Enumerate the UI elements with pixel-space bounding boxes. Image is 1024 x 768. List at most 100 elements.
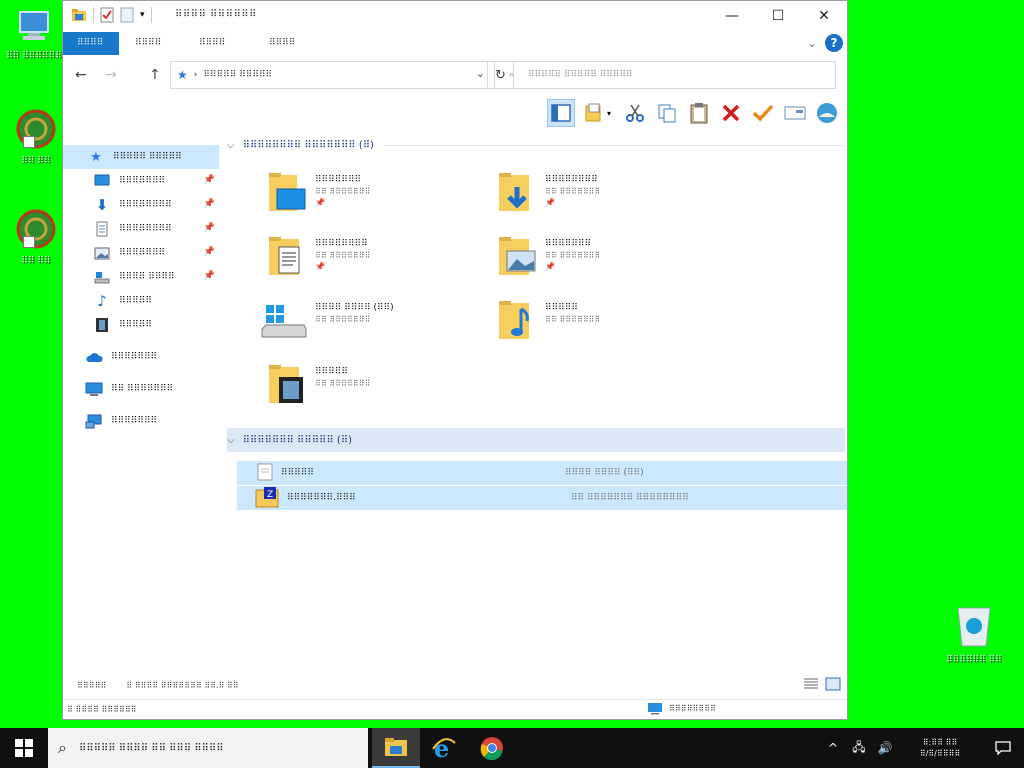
sidebar-item-this-pc[interactable]: ⠿⠿ ⠿⠿⠿⠿⠿⠿⠿ — [63, 377, 219, 401]
pin-icon[interactable]: 📌 — [204, 199, 215, 209]
checkmark-icon — [752, 104, 774, 122]
pin-icon: 📌 — [545, 262, 555, 271]
folder-tile-pictures[interactable]: ⠿⠿⠿⠿⠿⠿⠿ ⠿⠿ ⠿⠿⠿⠿⠿⠿⠿ 📌 — [491, 231, 721, 285]
bottom-location-label: ⠿⠿⠿⠿⠿⠿⠿⠿ — [669, 704, 716, 713]
address-dropdown-icon[interactable]: ⌄ — [476, 67, 485, 80]
chevron-down-icon[interactable]: ⌵ — [227, 140, 235, 151]
sidebar-item-videos[interactable]: ⠿⠿⠿⠿⠿ — [63, 313, 219, 337]
expand-ribbon-icon[interactable]: ⌄ — [807, 36, 817, 50]
sidebar-item-onedrive[interactable]: ⠿⠿⠿⠿⠿⠿⠿ — [63, 345, 219, 369]
sidebar-item-label: ⠿⠿⠿⠿⠿⠿⠿⠿ — [119, 200, 172, 210]
taskbar-app-file-explorer[interactable] — [372, 728, 420, 768]
sidebar-item-label: ⠿⠿⠿⠿ ⠿⠿⠿⠿ — [119, 272, 175, 282]
folder-tile-downloads[interactable]: ⠿⠿⠿⠿⠿⠿⠿⠿ ⠿⠿ ⠿⠿⠿⠿⠿⠿⠿ 📌 — [491, 167, 721, 221]
show-hidden-icons-chevron[interactable]: ^ — [820, 741, 846, 755]
rename-button[interactable] — [749, 99, 777, 127]
cut-button[interactable] — [621, 99, 649, 127]
desktop-icon-shortcut-1[interactable]: ⠿⠿ ⠿⠿ — [4, 104, 68, 167]
paste-button[interactable] — [685, 99, 713, 127]
sidebar-item-network[interactable]: ⠿⠿⠿⠿⠿⠿⠿ — [63, 409, 219, 433]
tab-home[interactable]: ⠿⠿⠿⠿ — [121, 32, 175, 55]
sidebar-item-documents[interactable]: ⠿⠿⠿⠿⠿⠿⠿⠿ 📌 — [63, 217, 219, 241]
new-folder-icon[interactable] — [120, 7, 134, 23]
search-box[interactable]: ⌕ ⠿⠿⠿⠿⠿ ⠿⠿⠿⠿⠿ ⠿⠿⠿⠿⠿ — [494, 61, 836, 89]
properties-icon[interactable] — [100, 7, 114, 23]
desktop-icon-recycle-bin[interactable]: ⠿⠿⠿⠿⠿⠿ ⠿⠿ — [938, 602, 1010, 666]
properties-button[interactable] — [781, 99, 809, 127]
recent-file-row[interactable]: ⠿⠿⠿⠿⠿ ⠿⠿⠿⠿ ⠿⠿⠿⠿ (⠿⠿) — [237, 461, 847, 485]
chevron-down-icon[interactable]: ⌵ — [227, 435, 235, 446]
tab-share[interactable]: ⠿⠿⠿⠿ — [185, 32, 239, 55]
folder-name: ⠿⠿⠿⠿⠿⠿⠿ — [545, 239, 592, 249]
shell-globe-button[interactable] — [813, 99, 841, 127]
details-view-icon[interactable] — [803, 677, 819, 691]
folder-tile-desktop[interactable]: ⠿⠿⠿⠿⠿⠿⠿ ⠿⠿ ⠿⠿⠿⠿⠿⠿⠿ 📌 — [261, 167, 491, 221]
sidebar-item-desktop[interactable]: ⠿⠿⠿⠿⠿⠿⠿ 📌 — [63, 169, 219, 193]
sidebar-item-label: ⠿⠿⠿⠿⠿⠿⠿ — [111, 352, 158, 362]
chrome-icon — [480, 737, 503, 760]
network-icon[interactable]: 🖧 — [846, 738, 872, 759]
pin-icon: 📌 — [315, 262, 325, 271]
tab-view[interactable]: ⠿⠿⠿⠿ — [255, 32, 309, 55]
desktop-icon-shortcut-2[interactable]: ⠿⠿ ⠿⠿ — [4, 204, 68, 267]
back-button[interactable]: ← — [75, 67, 87, 83]
folder-location: ⠿⠿ ⠿⠿⠿⠿⠿⠿⠿ — [545, 187, 601, 196]
taskbar-app-chrome[interactable] — [468, 728, 516, 768]
computer-icon — [19, 11, 49, 40]
minimize-button[interactable]: — — [709, 1, 755, 31]
breadcrumb-path[interactable]: ⠿⠿⠿⠿⠿ ⠿⠿⠿⠿⠿ — [203, 70, 272, 80]
pin-icon[interactable]: 📌 — [204, 247, 215, 257]
drive-tile-local-disk[interactable]: ⠿⠿⠿⠿ ⠿⠿⠿⠿ (⠿⠿) ⠿⠿ ⠿⠿⠿⠿⠿⠿⠿ — [255, 295, 485, 349]
forward-button[interactable]: → — [105, 67, 117, 83]
delete-button[interactable] — [717, 99, 745, 127]
large-icons-view-icon[interactable] — [825, 677, 841, 691]
preview-pane-button[interactable] — [547, 99, 575, 127]
selection-info: ⠿ ⠿⠿⠿⠿ ⠿⠿⠿⠿⠿⠿⠿ ⠿⠿.⠿ ⠿⠿ — [126, 680, 239, 690]
folder-tile-music[interactable]: ⠿⠿⠿⠿⠿ ⠿⠿ ⠿⠿⠿⠿⠿⠿⠿ — [491, 295, 721, 349]
clock-time: ⠿:⠿⠿ ⠿⠿ — [922, 738, 958, 747]
film-icon — [93, 316, 111, 334]
maximize-button[interactable]: ☐ — [755, 1, 801, 31]
layout-button[interactable]: ▾ — [579, 99, 617, 127]
bottom-info-bar: ⠿ ⠿⠿⠿⠿ ⠿⠿⠿⠿⠿⠿ ⠿⠿⠿⠿⠿⠿⠿⠿ — [63, 699, 847, 719]
sidebar-item-local-disk[interactable]: ⠿⠿⠿⠿ ⠿⠿⠿⠿ 📌 — [63, 265, 219, 289]
sidebar-item-quick-access[interactable]: ★ ⠿⠿⠿⠿⠿ ⠿⠿⠿⠿⠿ — [63, 145, 219, 169]
internet-explorer-icon: e — [432, 735, 456, 761]
sidebar-item-downloads[interactable]: ⬇ ⠿⠿⠿⠿⠿⠿⠿⠿ 📌 — [63, 193, 219, 217]
text-file-icon — [257, 463, 273, 484]
drive-name: ⠿⠿⠿⠿ ⠿⠿⠿⠿ (⠿⠿) — [315, 303, 394, 313]
recent-file-name: ⠿⠿⠿⠿⠿ — [281, 468, 314, 478]
start-button[interactable] — [0, 728, 48, 768]
pin-icon[interactable]: 📌 — [204, 271, 215, 281]
up-button[interactable]: ↑ — [149, 67, 161, 83]
desktop-icon-this-pc[interactable]: ⠿⠿ ⠿⠿⠿⠿⠿⠿ — [2, 6, 66, 62]
recent-file-row[interactable]: Z ⠿⠿⠿⠿⠿⠿⠿.⠿⠿⠿ ⠿⠿ ⠿⠿⠿⠿⠿⠿⠿ ⠿⠿⠿⠿⠿⠿⠿⠿ — [237, 486, 847, 510]
group-header-recent-files[interactable]: ⌵ ⠿⠿⠿⠿⠿⠿⠿ ⠿⠿⠿⠿⠿ (⠿) — [227, 428, 845, 452]
pin-icon[interactable]: 📌 — [204, 223, 215, 233]
folder-app-icon — [72, 9, 86, 21]
action-center-button[interactable] — [982, 728, 1024, 768]
recent-file-location: ⠿⠿ ⠿⠿⠿⠿⠿⠿⠿ ⠿⠿⠿⠿⠿⠿⠿⠿ — [571, 493, 689, 503]
folder-tile-documents[interactable]: ⠿⠿⠿⠿⠿⠿⠿⠿ ⠿⠿ ⠿⠿⠿⠿⠿⠿⠿ 📌 — [261, 231, 491, 285]
volume-icon[interactable]: 🔊 — [872, 741, 898, 755]
taskbar-search-box[interactable]: ⌕ ⠿⠿⠿⠿⠿ ⠿⠿⠿⠿ ⠿⠿ ⠿⠿⠿ ⠿⠿⠿⠿ — [48, 728, 368, 768]
help-button[interactable]: ? — [825, 34, 843, 52]
title-bar[interactable]: ▾ ⠿⠿⠿⠿ ⠿⠿⠿⠿⠿⠿ — ☐ ✕ — [63, 1, 847, 31]
folder-tile-videos[interactable]: ⠿⠿⠿⠿⠿ ⠿⠿ ⠿⠿⠿⠿⠿⠿⠿ — [261, 359, 491, 413]
sidebar-item-pictures[interactable]: ⠿⠿⠿⠿⠿⠿⠿ 📌 — [63, 241, 219, 265]
customize-qat-chevron-icon[interactable]: ▾ — [140, 10, 145, 20]
taskbar-app-internet-explorer[interactable]: e — [420, 728, 468, 768]
group-divider — [361, 439, 845, 441]
address-bar[interactable]: ★ › ⠿⠿⠿⠿⠿ ⠿⠿⠿⠿⠿ ⌄ ↻ — [170, 61, 514, 89]
recycle-bin-icon — [957, 607, 991, 647]
downloads-folder-icon — [491, 167, 543, 219]
copy-button[interactable] — [653, 99, 681, 127]
sidebar-item-music[interactable]: ♪ ⠿⠿⠿⠿⠿ — [63, 289, 219, 313]
clock[interactable]: ⠿:⠿⠿ ⠿⠿ ⠿/⠿/⠿⠿⠿⠿ — [898, 737, 982, 759]
tab-file[interactable]: ⠿⠿⠿⠿ — [63, 32, 119, 55]
pin-icon[interactable]: 📌 — [204, 175, 215, 185]
group-header-frequent-folders[interactable]: ⌵ ⠿⠿⠿⠿⠿⠿⠿⠿ ⠿⠿⠿⠿⠿⠿⠿ (⠿) — [227, 133, 845, 157]
drive-location: ⠿⠿ ⠿⠿⠿⠿⠿⠿⠿ — [315, 315, 371, 324]
close-button[interactable]: ✕ — [801, 1, 847, 31]
desktop-icon — [93, 172, 111, 190]
